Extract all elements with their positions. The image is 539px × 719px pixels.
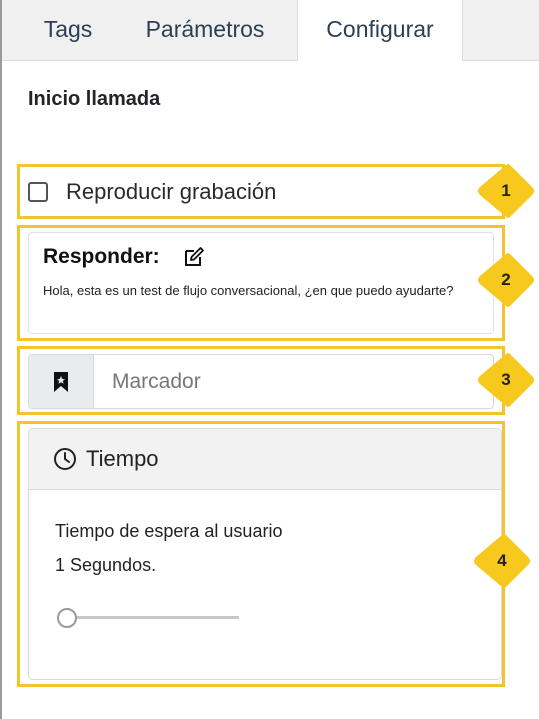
slider-thumb[interactable] [57,608,77,628]
callout-number-3: 3 [501,370,511,389]
clock-icon [53,447,77,476]
time-title: Tiempo [86,446,159,471]
bookmark-input-group [28,354,494,409]
callout-badge-2: 2 [478,252,534,308]
section-title: Inicio llamada [28,88,161,110]
time-card-header: Tiempo [29,429,501,490]
wait-time-slider[interactable] [57,607,239,629]
tab-configurar[interactable]: Configurar [297,0,463,61]
respond-message: Hola, esta es un test de flujo conversac… [43,283,454,298]
time-card: Tiempo Tiempo de espera al usuario 1 Seg… [28,428,502,680]
tab-tags[interactable]: Tags [24,0,112,60]
callout-badge-4: 4 [474,533,530,589]
callout-number-1: 1 [501,181,511,200]
bookmark-addon [29,355,94,408]
edit-icon[interactable] [182,245,206,274]
left-border [0,0,2,719]
bookmark-input[interactable] [94,355,493,408]
wait-time-label: Tiempo de espera al usuario [55,521,283,541]
tab-bar: Tags Parámetros Configurar [2,0,539,61]
callout-badge-1: 1 [478,163,534,219]
tab-parametros[interactable]: Parámetros [130,0,280,60]
callout-number-4: 4 [497,551,507,570]
callout-number-2: 2 [501,270,511,289]
slider-track[interactable] [67,616,239,619]
callout-badge-3: 3 [478,352,534,408]
play-recording-checkbox[interactable] [28,182,48,202]
bookmark-icon [54,372,68,392]
respond-title: Responder: [43,245,160,268]
wait-time-value: 1 Segundos. [55,555,157,575]
respond-card: Responder: Hola, esta es un test de fluj… [28,232,494,334]
play-recording-label[interactable]: Reproducir grabación [66,179,276,205]
